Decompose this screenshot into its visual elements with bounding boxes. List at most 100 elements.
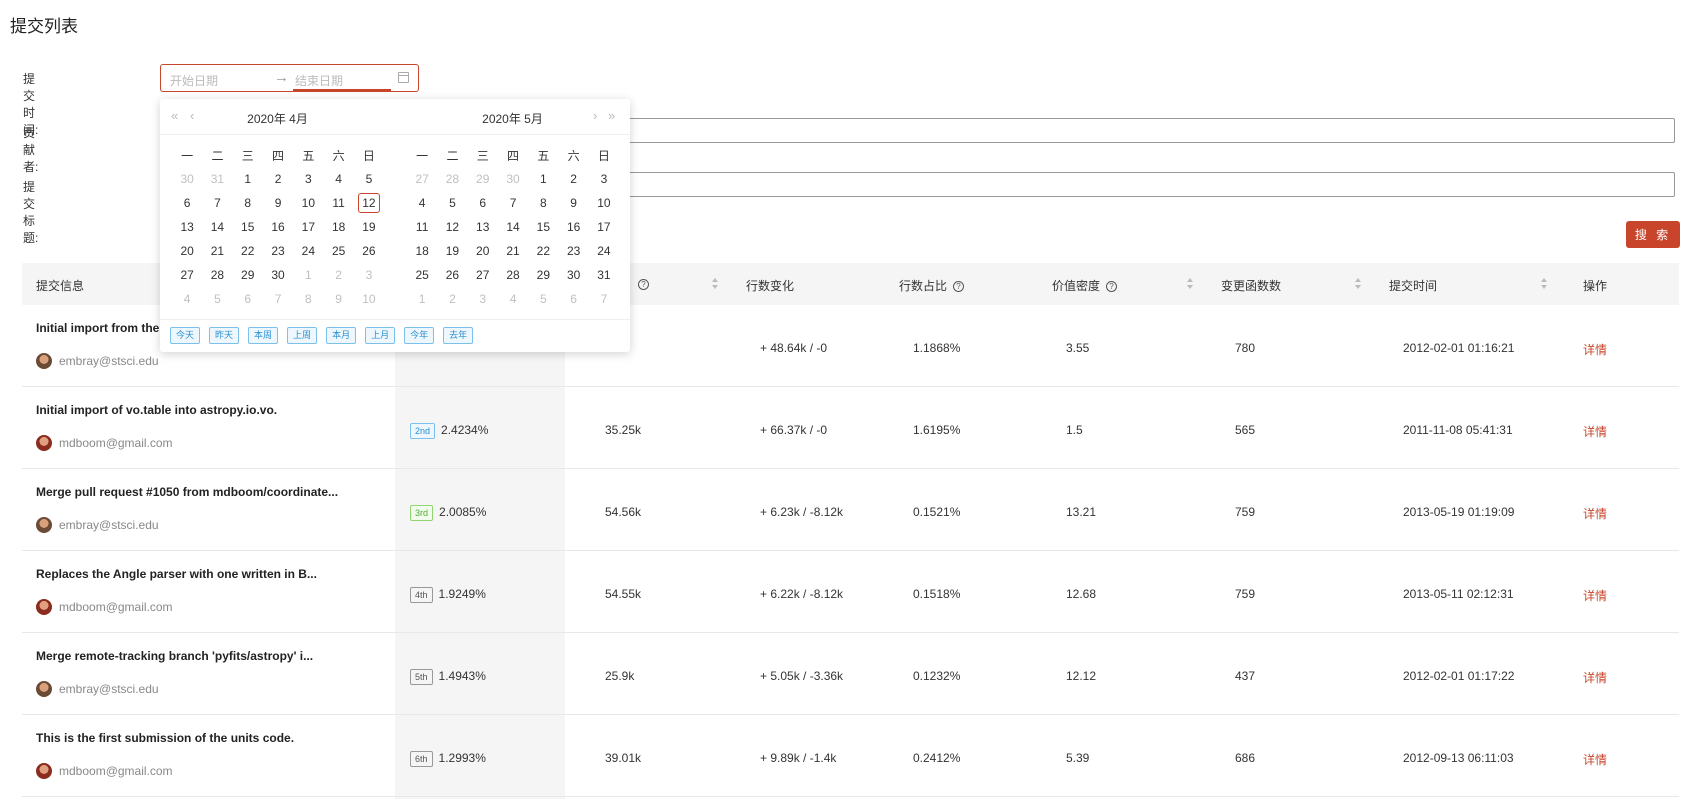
calendar-day[interactable]: 17 [297, 217, 319, 237]
detail-link[interactable]: 详情 [1583, 341, 1607, 358]
calendar-day[interactable]: 18 [411, 241, 433, 261]
calendar-day[interactable]: 13 [472, 217, 494, 237]
calendar-day[interactable]: 9 [328, 289, 350, 309]
calendar-day[interactable]: 20 [472, 241, 494, 261]
calendar-day[interactable]: 2 [267, 169, 289, 189]
commit-title[interactable]: Merge pull request #1050 from mdboom/coo… [36, 485, 338, 499]
calendar-day[interactable]: 4 [328, 169, 350, 189]
calendar-day[interactable]: 27 [472, 265, 494, 285]
calendar-day[interactable]: 3 [472, 289, 494, 309]
calendar-day[interactable]: 1 [532, 169, 554, 189]
calendar-day[interactable]: 6 [472, 193, 494, 213]
preset-range-button[interactable]: 去年 [443, 327, 474, 344]
calendar-day[interactable]: 8 [297, 289, 319, 309]
calendar-day[interactable]: 4 [176, 289, 198, 309]
preset-range-button[interactable]: 今年 [404, 327, 435, 344]
calendar-day[interactable]: 28 [206, 265, 228, 285]
calendar-day[interactable]: 10 [358, 289, 380, 309]
calendar-day[interactable]: 28 [441, 169, 463, 189]
calendar-day[interactable]: 2 [441, 289, 463, 309]
calendar-day[interactable]: 16 [563, 217, 585, 237]
sort-icon[interactable] [1186, 277, 1194, 291]
calendar-day[interactable]: 29 [472, 169, 494, 189]
search-button[interactable]: 搜 索 [1626, 221, 1680, 248]
calendar-day[interactable]: 1 [237, 169, 259, 189]
calendar-day[interactable]: 27 [176, 265, 198, 285]
date-range-picker[interactable]: 开始日期 → 结束日期 [160, 64, 419, 92]
preset-range-button[interactable]: 上月 [365, 327, 396, 344]
calendar-day[interactable]: 12 [441, 217, 463, 237]
calendar-day[interactable]: 29 [237, 265, 259, 285]
calendar-day[interactable]: 10 [297, 193, 319, 213]
commit-title[interactable]: Replaces the Angle parser with one writt… [36, 567, 317, 581]
calendar-day[interactable]: 4 [411, 193, 433, 213]
calendar-day[interactable]: 30 [267, 265, 289, 285]
calendar-day[interactable]: 9 [563, 193, 585, 213]
calendar-day[interactable]: 22 [237, 241, 259, 261]
preset-range-button[interactable]: 上周 [287, 327, 318, 344]
calendar-day[interactable]: 24 [593, 241, 615, 261]
calendar-day[interactable]: 26 [358, 241, 380, 261]
commit-title[interactable]: Initial import from the [36, 321, 159, 335]
calendar-day[interactable]: 9 [267, 193, 289, 213]
calendar-day[interactable]: 13 [176, 217, 198, 237]
calendar-day[interactable]: 15 [237, 217, 259, 237]
calendar-day[interactable]: 30 [176, 169, 198, 189]
calendar-day[interactable]: 30 [563, 265, 585, 285]
calendar-day[interactable]: 8 [532, 193, 554, 213]
calendar-day[interactable]: 21 [502, 241, 524, 261]
calendar-day[interactable]: 11 [328, 193, 350, 213]
calendar-day[interactable]: 7 [593, 289, 615, 309]
help-icon[interactable]: ? [632, 277, 649, 291]
calendar-day[interactable]: 24 [297, 241, 319, 261]
calendar-day[interactable]: 7 [502, 193, 524, 213]
calendar-day[interactable]: 3 [297, 169, 319, 189]
calendar-day[interactable]: 21 [206, 241, 228, 261]
calendar-day[interactable]: 5 [532, 289, 554, 309]
detail-link[interactable]: 详情 [1583, 751, 1607, 768]
commit-title[interactable]: This is the first submission of the unit… [36, 731, 294, 745]
sort-icon[interactable] [1354, 277, 1362, 291]
calendar-day[interactable]: 5 [441, 193, 463, 213]
detail-link[interactable]: 详情 [1583, 587, 1607, 604]
sort-icon[interactable] [1540, 277, 1548, 291]
calendar-day[interactable]: 29 [532, 265, 554, 285]
preset-range-button[interactable]: 本月 [326, 327, 357, 344]
calendar-day[interactable]: 14 [206, 217, 228, 237]
calendar-day[interactable]: 14 [502, 217, 524, 237]
calendar-day[interactable]: 1 [411, 289, 433, 309]
calendar-day[interactable]: 1 [297, 265, 319, 285]
calendar-day[interactable]: 5 [358, 169, 380, 189]
calendar-day[interactable]: 15 [532, 217, 554, 237]
calendar-day[interactable]: 17 [593, 217, 615, 237]
calendar-day[interactable]: 22 [532, 241, 554, 261]
preset-range-button[interactable]: 今天 [170, 327, 201, 344]
calendar-day[interactable]: 19 [441, 241, 463, 261]
contributor-input[interactable] [627, 118, 1675, 143]
calendar-day[interactable]: 28 [502, 265, 524, 285]
calendar-day[interactable]: 25 [411, 265, 433, 285]
calendar-day[interactable]: 18 [328, 217, 350, 237]
calendar-day[interactable]: 10 [593, 193, 615, 213]
calendar-day[interactable]: 4 [502, 289, 524, 309]
detail-link[interactable]: 详情 [1583, 505, 1607, 522]
detail-link[interactable]: 详情 [1583, 669, 1607, 686]
next-year-icon[interactable]: » [608, 108, 615, 123]
calendar-day[interactable]: 7 [267, 289, 289, 309]
calendar-day[interactable]: 7 [206, 193, 228, 213]
calendar-day[interactable]: 26 [441, 265, 463, 285]
calendar-day[interactable]: 8 [237, 193, 259, 213]
calendar-day-today[interactable]: 12 [357, 193, 380, 213]
calendar-day[interactable]: 19 [358, 217, 380, 237]
calendar-day[interactable]: 11 [411, 217, 433, 237]
calendar-day[interactable]: 25 [328, 241, 350, 261]
calendar-day[interactable]: 6 [563, 289, 585, 309]
commit-title[interactable]: Initial import of vo.table into astropy.… [36, 403, 277, 417]
sort-icon[interactable] [711, 277, 719, 291]
calendar-day[interactable]: 30 [502, 169, 524, 189]
start-date-input[interactable]: 开始日期 [170, 72, 218, 89]
calendar-day[interactable]: 6 [176, 193, 198, 213]
calendar-day[interactable]: 31 [593, 265, 615, 285]
calendar-day[interactable]: 2 [328, 265, 350, 285]
calendar-day[interactable]: 2 [563, 169, 585, 189]
